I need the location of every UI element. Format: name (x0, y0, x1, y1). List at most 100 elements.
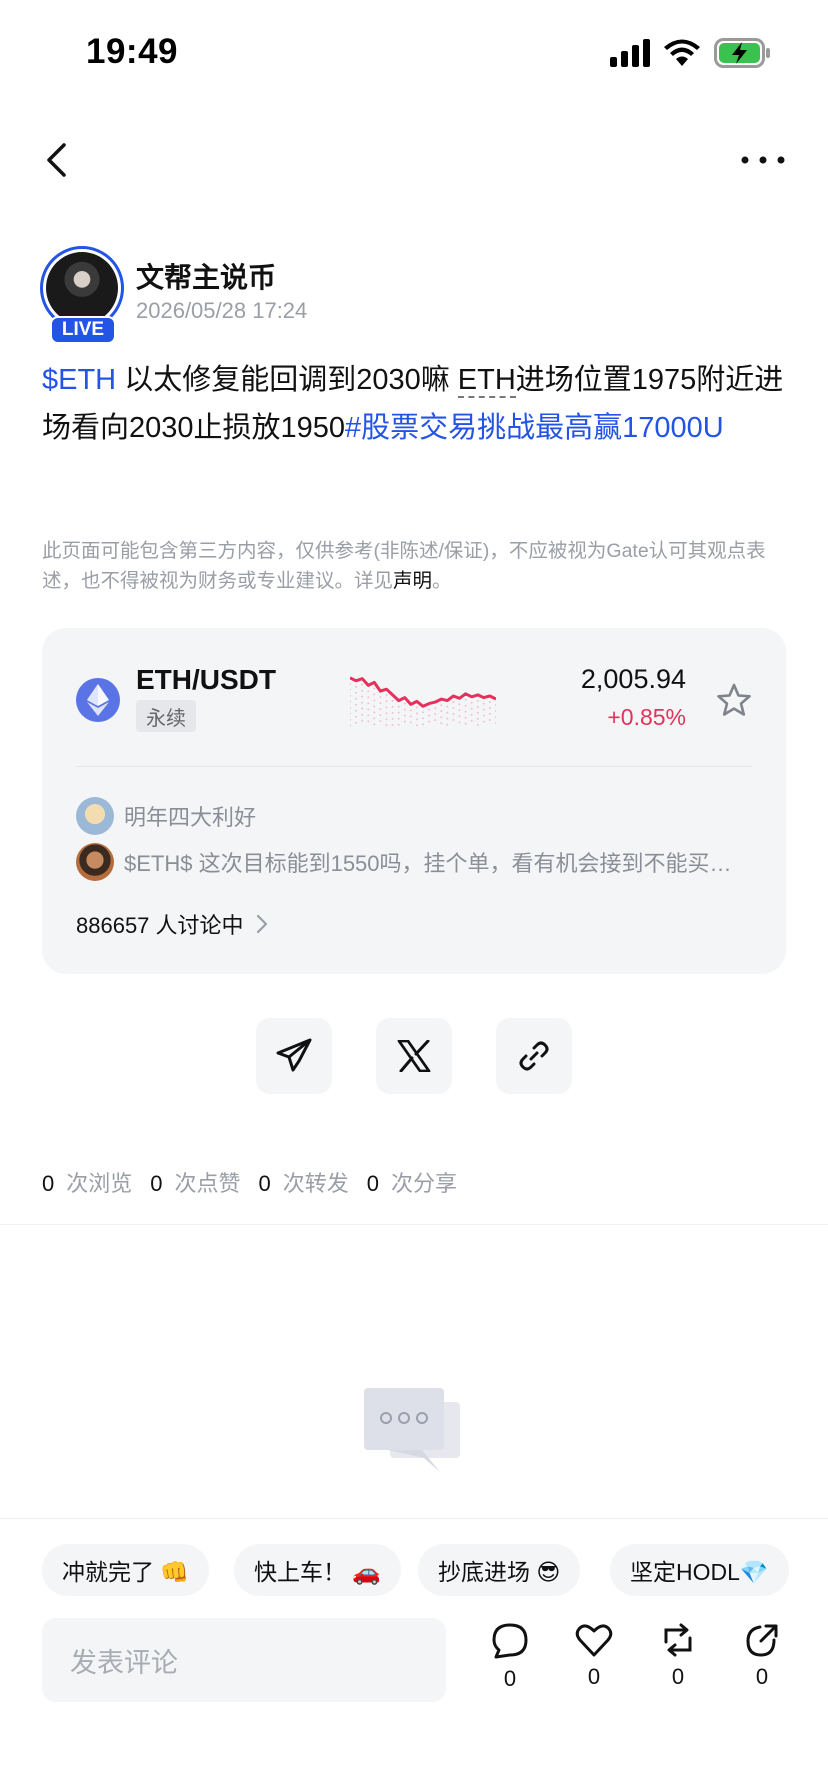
post-stats: 0 次浏览 0 次点赞 0 次转发 0 次分享 (42, 1166, 457, 1198)
comment-action[interactable]: 0 (480, 1622, 540, 1702)
share-x-button[interactable] (376, 1018, 452, 1094)
telegram-icon (276, 1038, 312, 1072)
post-content: $ETH 以太修复能回调到2030嘛 ETH进场位置1975附近进场看向2030… (42, 356, 794, 452)
ticker-mention[interactable]: ETH (457, 364, 516, 398)
quick-reply-chip[interactable]: 冲就完了 👊 (42, 1544, 210, 1596)
live-badge[interactable]: LIVE (50, 316, 116, 344)
commenter-name: 明年四大利好 (124, 805, 257, 830)
like-action[interactable]: 0 (564, 1622, 624, 1702)
signal-icon (610, 39, 650, 67)
heart-icon (575, 1624, 613, 1657)
sparkline-fill-dot (403, 708, 406, 711)
sparkline-fill-dot (458, 703, 461, 706)
sparkline-fill-dot (434, 713, 437, 716)
quick-reply-chip[interactable]: 快上车！ 🚗 (234, 1544, 402, 1596)
discussion-count-link[interactable]: 886657 人讨论中 (76, 908, 268, 940)
sparkline-fill-dot (464, 716, 467, 719)
sparkline-fill-dot (397, 705, 400, 708)
sparkline-fill-dot (379, 720, 382, 723)
card-comment[interactable]: $ETH$ 这次目标能到1550吗，挂个单，看有机会接到不能买入，接… (76, 842, 752, 882)
sparkline-fill-dot (361, 701, 364, 704)
stat-likes: 0 次点赞 (150, 1171, 241, 1196)
disclaimer-end: 。 (432, 570, 452, 592)
quick-reply-chip[interactable]: 抄底进场 😎 (418, 1544, 581, 1596)
sparkline-fill-dot (397, 723, 400, 726)
sparkline-fill-dot (391, 705, 394, 708)
price: 2,005.94 (580, 664, 686, 694)
sparkline-fill-dot (367, 690, 370, 693)
repost-count: 0 (671, 1664, 685, 1689)
sparkline-fill-dot (361, 707, 364, 710)
stats-divider (0, 1224, 828, 1225)
sparkline-fill-dot (361, 689, 364, 692)
sparkline-fill-dot (422, 711, 424, 714)
sparkline-fill-dot (409, 721, 412, 724)
sparkline-fill-dot (403, 714, 406, 717)
sparkline-fill-dot (373, 711, 376, 714)
sparkline-fill-dot (452, 701, 455, 703)
star-icon (717, 683, 751, 716)
comment-input[interactable]: 发表评论 (42, 1618, 446, 1702)
back-button[interactable] (38, 138, 74, 182)
chevron-left-icon (47, 143, 66, 177)
share-action[interactable]: 0 (732, 1622, 792, 1702)
more-options-button[interactable] (738, 140, 788, 180)
sparkline-fill-dot (385, 718, 388, 721)
sparkline-fill-dot (470, 713, 473, 716)
card-comment[interactable]: 明年四大利好 (76, 796, 752, 836)
hashtag-link[interactable]: #股票交易挑战最高赢17000U (345, 412, 724, 444)
sparkline-fill-dot (409, 709, 412, 712)
link-icon (519, 1041, 549, 1071)
chevron-right-icon (256, 914, 267, 934)
sparkline-fill-dot (373, 723, 376, 726)
stat-shares: 0 次分享 (366, 1171, 458, 1196)
share-telegram-button[interactable] (256, 1018, 332, 1094)
sparkline-fill-dot (464, 698, 467, 701)
sparkline-fill-dot (495, 704, 496, 707)
sparkline-fill-dot (350, 700, 351, 703)
quick-reply-chip[interactable]: 坚定HODL💎 (610, 1544, 789, 1596)
sparkline-fill-dot (403, 720, 406, 723)
sparkline-fill-dot (379, 708, 382, 711)
favorite-button[interactable] (714, 680, 754, 720)
sparkline-line (350, 676, 496, 708)
sparkline-fill-dot (397, 717, 400, 720)
sparkline-fill-dot (464, 704, 467, 707)
sparkline-fill-dot (355, 709, 358, 712)
sparkline-fill-dot (470, 701, 473, 704)
sparkline-fill-dot (495, 710, 496, 713)
author-name[interactable]: 文帮主说币 (136, 256, 276, 296)
sparkline-fill-dot (350, 724, 351, 727)
sparkline-fill-dot (367, 714, 370, 717)
wifi-icon (664, 39, 700, 66)
avatar-image (46, 252, 118, 324)
sparkline-fill-dot (391, 717, 394, 720)
sparkline-fill-dot (482, 720, 485, 723)
sparkline-fill-dot (428, 720, 431, 723)
sparkline-fill-dot (422, 723, 424, 726)
sparkline-fill-dot (458, 715, 461, 718)
repost-action[interactable]: 0 (648, 1622, 708, 1702)
copy-link-button[interactable] (496, 1018, 572, 1094)
sparkline-fill-dot (452, 707, 455, 709)
sparkline-fill-dot (397, 711, 400, 714)
sparkline-fill-dot (350, 706, 351, 709)
ticker-link[interactable]: $ETH (42, 364, 116, 396)
sparkline-fill-dot (495, 716, 496, 719)
sparkline-fill-dot (391, 723, 394, 726)
status-icons (610, 38, 772, 68)
sparkline-fill-dot (446, 705, 449, 708)
sparkline-fill-dot (403, 702, 406, 705)
comment-count: 0 (503, 1666, 517, 1691)
sparkline-fill-dot (434, 719, 437, 722)
sparkline-fill-dot (350, 688, 351, 691)
sparkline-fill-dot (355, 685, 358, 688)
sparkline-fill-dot (470, 707, 473, 710)
trading-pair[interactable]: ETH/USDT (136, 664, 276, 696)
status-bar: 19:49 (0, 0, 828, 100)
sparkline-fill-dot (350, 712, 351, 715)
statement-link[interactable]: 声明 (393, 570, 432, 592)
market-card[interactable]: ETH/USDT 永续 2,005.94 +0.85% 明年四大利好 $ETH$… (42, 628, 786, 974)
sparkline-fill-dot (488, 707, 491, 709)
post-author: LIVE 文帮主说币 2026/05/28 17:24 (40, 246, 800, 346)
